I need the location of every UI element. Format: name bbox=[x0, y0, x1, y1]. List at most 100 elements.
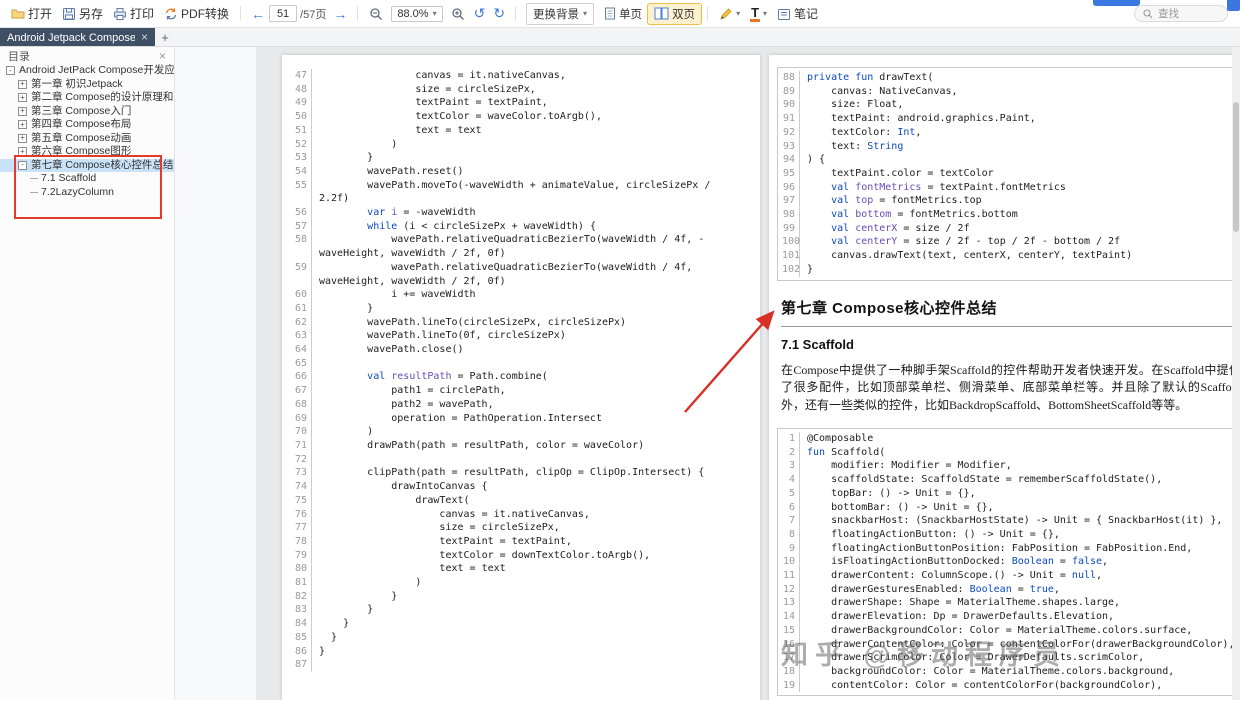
chevron-down-icon: ▾ bbox=[763, 9, 768, 18]
rotate-left-button[interactable]: ↺ bbox=[470, 5, 490, 22]
code-line: 94) { bbox=[782, 153, 1238, 167]
zoom-in-button[interactable] bbox=[446, 5, 470, 23]
line-number: 13 bbox=[782, 596, 800, 611]
print-button[interactable]: 打印 bbox=[108, 3, 159, 24]
line-number: 68 bbox=[294, 397, 312, 412]
heading-rule bbox=[781, 325, 1240, 327]
code-text: i += waveWidth bbox=[319, 289, 476, 301]
expand-icon[interactable]: + bbox=[18, 79, 27, 89]
expand-icon[interactable]: + bbox=[18, 133, 27, 143]
highlighter-button[interactable]: ▾ bbox=[714, 5, 745, 23]
code-line: 92 textColor: Int, bbox=[782, 125, 1238, 140]
collapse-icon[interactable]: - bbox=[18, 160, 27, 170]
line-number: 71 bbox=[294, 438, 312, 453]
toc-item[interactable]: + 第二章 Compose的设计原理和基本概念 bbox=[0, 91, 174, 105]
expand-icon[interactable]: + bbox=[18, 147, 27, 157]
expand-icon[interactable]: + bbox=[18, 106, 27, 116]
code-line: 89 canvas: NativeCanvas, bbox=[782, 84, 1238, 99]
code-text: contentColor: Color = contentColorFor(ba… bbox=[807, 679, 1163, 691]
code-text: size = circleSizePx, bbox=[319, 83, 536, 95]
code-text: wavePath.reset() bbox=[319, 165, 464, 177]
toc-item[interactable]: - 第七章 Compose核心控件总结 bbox=[0, 158, 174, 172]
main-body: 目录 × -Android JetPack Compose开发应用指南+第一章 … bbox=[0, 47, 1240, 700]
zoom-out-button[interactable] bbox=[364, 5, 388, 23]
code-line: 62 wavePath.lineTo(circleSizePx, circleS… bbox=[294, 315, 740, 330]
line-number: 75 bbox=[294, 493, 312, 508]
code-line: 69 operation = PathOperation.Intersect bbox=[294, 411, 740, 426]
code-line: 6 bottomBar: () -> Unit = {}, bbox=[782, 500, 1238, 515]
double-page-label: 双页 bbox=[672, 8, 696, 21]
code-text: ) { bbox=[807, 154, 826, 166]
open-button[interactable]: 打开 bbox=[6, 3, 57, 24]
toc-item[interactable]: + 第四章 Compose布局 bbox=[0, 118, 174, 132]
section-heading: 7.1 Scaffold bbox=[781, 336, 854, 352]
code-text: ) bbox=[319, 138, 398, 150]
page-total-label: /57页 bbox=[300, 8, 327, 21]
notes-button[interactable]: 笔记 bbox=[772, 3, 823, 24]
code-text: modifier: Modifier = Modifier, bbox=[807, 460, 1012, 472]
code-line: 13 drawerShape: Shape = MaterialTheme.sh… bbox=[782, 596, 1238, 611]
toc-item[interactable]: 7.1 Scaffold bbox=[0, 172, 174, 186]
line-number: 100 bbox=[782, 235, 801, 250]
next-page-button[interactable]: → bbox=[329, 6, 351, 22]
code-text: drawerGesturesEnabled: Boolean = true, bbox=[807, 583, 1060, 595]
single-page-button[interactable]: 单页 bbox=[598, 4, 648, 24]
line-number: 72 bbox=[294, 452, 312, 467]
code-text: } bbox=[319, 618, 350, 630]
line-number: 66 bbox=[294, 370, 312, 385]
line-number: 95 bbox=[782, 166, 800, 181]
code-text: val top = fontMetrics.top bbox=[831, 195, 982, 207]
line-number: 67 bbox=[294, 384, 312, 398]
toc-item[interactable]: -Android JetPack Compose开发应用指南 bbox=[0, 64, 174, 78]
line-number: 57 bbox=[294, 219, 312, 234]
toc-item[interactable]: + 第三章 Compose入门 bbox=[0, 105, 174, 119]
tab-close-icon[interactable]: × bbox=[141, 31, 148, 43]
code-text: scaffoldState: ScaffoldState = rememberS… bbox=[807, 474, 1163, 486]
pdf-convert-button[interactable]: PDF转换 bbox=[159, 3, 234, 24]
document-area[interactable]: 47 canvas = it.nativeCanvas, 48 size = ci… bbox=[257, 47, 1240, 700]
prev-page-button[interactable]: ← bbox=[247, 6, 269, 22]
sidebar-close-icon[interactable]: × bbox=[159, 49, 166, 63]
toc-item-label: 第五章 Compose动画 bbox=[31, 131, 132, 144]
scrollbar-thumb[interactable] bbox=[1233, 102, 1239, 232]
code-line: 52 ) bbox=[294, 137, 740, 152]
code-line: 91 textPaint: android.graphics.Paint, bbox=[782, 112, 1238, 126]
code-line: 4 scaffoldState: ScaffoldState = remembe… bbox=[782, 473, 1238, 487]
toc-item[interactable]: + 第六章 Compose图形 bbox=[0, 145, 174, 159]
line-number: 54 bbox=[294, 164, 312, 179]
change-background-button[interactable]: 更换背景 ▾ bbox=[526, 2, 595, 25]
line-number: 69 bbox=[294, 411, 312, 426]
text-tool-button[interactable]: T ▾ bbox=[745, 4, 772, 24]
save-as-button[interactable]: 另存 bbox=[57, 3, 108, 24]
toc-item[interactable]: + 第一章 初识Jetpack bbox=[0, 78, 174, 92]
line-number: 85 bbox=[294, 630, 312, 645]
collapse-icon[interactable]: - bbox=[6, 66, 15, 76]
rotate-right-button[interactable]: ↻ bbox=[489, 5, 509, 22]
line-number: 80 bbox=[294, 562, 312, 577]
line-number: 99 bbox=[782, 221, 800, 236]
document-tab[interactable]: Android Jetpack Compose开发应用指南 × bbox=[0, 28, 156, 46]
expand-icon[interactable]: + bbox=[18, 93, 27, 103]
expand-icon[interactable]: + bbox=[18, 120, 27, 130]
code-line: 12 drawerGesturesEnabled: Boolean = true… bbox=[782, 582, 1238, 597]
toc-item-label: Android JetPack Compose开发应用指南 bbox=[19, 64, 174, 76]
double-page-button[interactable]: 双页 bbox=[647, 2, 703, 25]
code-line: 2 fun Scaffold( bbox=[782, 445, 1238, 460]
toc-item[interactable]: 7.2LazyColumn bbox=[0, 186, 174, 200]
line-number: 88 bbox=[782, 71, 800, 85]
new-tab-button[interactable]: + bbox=[155, 28, 175, 46]
document-tab-label: Android Jetpack Compose开发应用指南 bbox=[7, 32, 135, 44]
search-box[interactable]: 查找 bbox=[1134, 5, 1228, 22]
zoom-level-select[interactable]: 88.0% ▾ bbox=[391, 5, 443, 22]
line-number: 51 bbox=[294, 123, 312, 138]
account-button-cropped[interactable] bbox=[1093, 0, 1140, 6]
code-text: drawerElevation: Dp = DrawerDefaults.Ele… bbox=[807, 611, 1115, 623]
line-number: 70 bbox=[294, 425, 312, 439]
vertical-scrollbar[interactable] bbox=[1232, 47, 1240, 700]
toc-item[interactable]: + 第五章 Compose动画 bbox=[0, 132, 174, 146]
toc-item-label: 第三章 Compose入门 bbox=[31, 104, 132, 117]
page-number-input[interactable] bbox=[269, 5, 298, 22]
window-button-cropped[interactable] bbox=[1227, 0, 1240, 11]
code-line: 102} bbox=[782, 262, 1238, 277]
toc-item-label: 第七章 Compose核心控件总结 bbox=[31, 158, 174, 171]
